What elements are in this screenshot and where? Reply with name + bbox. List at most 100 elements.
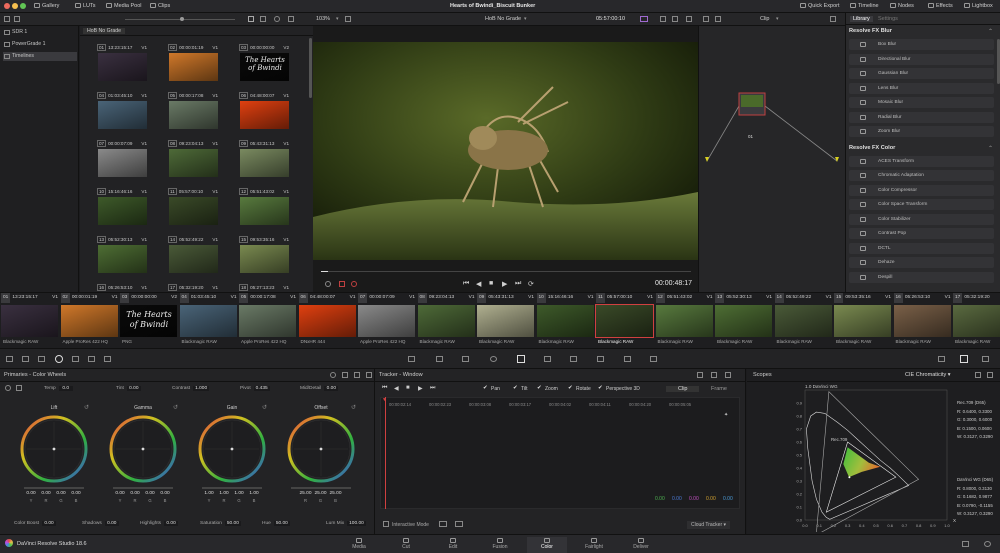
param-mid-detail[interactable]: Mid/Detail 0.00 — [300, 386, 339, 391]
media-thumbnail[interactable]: 15 09:53:35:16 V1 — [239, 236, 290, 280]
gallery-button[interactable]: Gallery — [34, 3, 59, 9]
param-highlights[interactable]: Highlights 0.00 — [140, 521, 179, 526]
reset-wheel-icon[interactable]: ↺ — [84, 404, 89, 411]
sort-icon[interactable] — [288, 16, 294, 22]
param-value[interactable]: 50.00 — [224, 521, 241, 526]
wheel-value[interactable]: 0.00 — [69, 491, 83, 496]
wheel-value[interactable]: 25.00 — [314, 491, 328, 496]
media-thumbnail[interactable]: 08 09:23:04:13 V1 — [168, 140, 219, 184]
cloud-tracker-dropdown[interactable]: Cloud Tracker ▾ — [687, 521, 731, 529]
reset-icon[interactable] — [366, 372, 372, 378]
param-value[interactable]: 0.00 — [164, 521, 179, 526]
wheel-value[interactable]: 0.00 — [24, 491, 38, 496]
wheel-value[interactable]: 25.00 — [299, 491, 313, 496]
scrubber-track[interactable] — [321, 271, 691, 272]
track-forward-end-button[interactable]: ⏭ — [430, 385, 435, 392]
zoom-level[interactable]: 103% — [316, 16, 330, 22]
interactive-mode-checkbox[interactable] — [383, 521, 389, 527]
track-pan-checkbox[interactable]: ✔ — [483, 385, 488, 391]
track-forward-button[interactable]: ▶ — [418, 385, 423, 392]
3d-icon[interactable] — [650, 356, 657, 362]
media-pool-button[interactable]: Media Pool — [106, 3, 142, 9]
scope-type-dropdown[interactable]: CIE Chromaticity ▾ — [905, 372, 951, 378]
skip-forward-button[interactable]: ⏭ — [515, 280, 521, 288]
skip-back-button[interactable]: ⏮ — [463, 280, 469, 288]
viewer-frame[interactable] — [313, 42, 698, 260]
chevron-down-icon[interactable]: ▾ — [776, 16, 779, 22]
timeline-clip[interactable]: 05 00:00:17:08 V1 Apple ProRes 422 HQ — [238, 293, 298, 349]
timeline-clip[interactable]: 13 05:52:30:13 V1 Blackmagic RAW — [714, 293, 774, 349]
tree-item-powergrade[interactable]: PowerGrade 1 — [3, 40, 77, 49]
param-color-boost[interactable]: Color Boost 0.00 — [14, 521, 57, 526]
tab-frame[interactable]: Frame — [707, 386, 731, 392]
timeline-clip[interactable]: 14 05:52:49:22 V1 Blackmagic RAW — [774, 293, 834, 349]
quick-export-button[interactable]: Quick Export — [800, 3, 839, 9]
timeline-clip[interactable]: 1705:32:19:20V1 Blackmagic RAW — [952, 293, 1000, 349]
zoom-dropdown-icon[interactable]: ▾ — [336, 16, 339, 22]
param-value[interactable]: 0.00 — [126, 386, 141, 391]
media-thumbnail[interactable]: 12 05:51:43:02 V1 — [239, 188, 290, 232]
effect-item[interactable]: Mosaic Blur — [849, 97, 994, 108]
track-tilt-checkbox[interactable]: ✔ — [513, 385, 518, 391]
tracker-options-icon[interactable] — [725, 372, 731, 378]
param-temp[interactable]: Temp 0.0 — [44, 386, 73, 391]
media-thumbnail[interactable]: 06 04:48:00:07 V1 — [239, 92, 290, 136]
scopes-icon[interactable] — [960, 355, 968, 363]
media-thumbnail[interactable]: 07 00:00:07:09 V1 — [97, 140, 148, 184]
node-options-icon[interactable] — [830, 16, 836, 22]
reset-wheel-icon[interactable]: ↺ — [351, 404, 356, 411]
wheel-value[interactable]: 1.00 — [202, 491, 216, 496]
wheel-value[interactable]: 25.00 — [329, 491, 343, 496]
timeline-clip[interactable]: 07 00:00:07:09 V1 Apple ProRes 422 HQ — [357, 293, 417, 349]
page-cut[interactable]: Cut — [386, 537, 426, 553]
picker-icon[interactable] — [16, 385, 22, 391]
color-wheel[interactable] — [286, 414, 356, 484]
node-editor[interactable]: 01 — [698, 26, 845, 292]
effect-item[interactable]: Box Blur — [849, 39, 994, 50]
info-icon[interactable] — [982, 356, 989, 362]
color-wheels-icon[interactable] — [55, 355, 63, 363]
media-thumbnail[interactable]: 10 15:16:46:16 V1 — [97, 188, 148, 232]
media-thumbnail[interactable]: 13 05:52:30:13 V1 — [97, 236, 148, 280]
param-value[interactable]: 0.0 — [58, 386, 73, 391]
effect-item[interactable]: Contrast Pop — [849, 228, 994, 239]
wheel-value[interactable]: 0.00 — [143, 491, 157, 496]
media-thumbnail[interactable]: 09 05:43:31:13 V1 — [239, 140, 290, 184]
lightbox-button[interactable]: Lightbox — [964, 3, 993, 9]
set-point-icon[interactable] — [455, 521, 463, 527]
timeline-button[interactable]: Timeline — [850, 3, 879, 9]
param-saturation[interactable]: Saturation 50.00 — [200, 521, 241, 526]
magic-mask-icon[interactable] — [544, 356, 551, 362]
effect-item[interactable]: Chromatic Adaptation — [849, 170, 994, 181]
param-value[interactable]: 1.000 — [193, 386, 210, 391]
media-thumbnail[interactable]: 05 00:00:17:08 V1 — [168, 92, 219, 136]
param-lum-mix[interactable]: Lum Mix 100.00 — [326, 521, 366, 526]
param-value[interactable]: 100.00 — [347, 521, 366, 526]
media-thumbnail[interactable]: 02 00:00:01:19 V1 — [168, 44, 219, 88]
effect-item[interactable]: DCTL — [849, 242, 994, 254]
master-wheel-slider[interactable] — [202, 487, 262, 489]
param-pivot[interactable]: Pivot 0.435 — [240, 386, 270, 391]
qualifier-icon[interactable] — [462, 356, 469, 362]
scope-settings-icon[interactable] — [975, 372, 981, 378]
chevron-down-icon[interactable]: ▾ — [524, 16, 527, 22]
clips-button[interactable]: Clips — [150, 3, 170, 9]
chevron-up-icon[interactable]: ⌃ — [988, 28, 993, 35]
effect-item[interactable]: Despill — [849, 271, 994, 283]
thumbnail-view-icon[interactable] — [248, 16, 254, 22]
insert-icon[interactable] — [439, 521, 447, 527]
motion-effects-icon[interactable] — [88, 356, 95, 362]
grade-selector[interactable]: HoB No Grade — [485, 16, 521, 22]
wheel-value[interactable]: 1.00 — [232, 491, 246, 496]
param-tint[interactable]: Tint 0.00 — [116, 386, 141, 391]
effects-section-title[interactable]: Resolve FX Color — [849, 145, 895, 151]
effect-item[interactable]: Gaussian Blur — [849, 68, 994, 79]
wheel-value[interactable]: 0.00 — [39, 491, 53, 496]
tracker-mode-icon[interactable] — [697, 372, 703, 378]
timeline-clip[interactable]: 08 09:23:04:13 V1 Blackmagic RAW — [417, 293, 477, 349]
fullscreen-icon[interactable] — [686, 16, 692, 22]
effect-item[interactable]: Color Space Transform — [849, 199, 994, 210]
color-match-icon[interactable] — [22, 356, 29, 362]
primaries-mode-icon[interactable] — [330, 372, 336, 378]
tracker-graph[interactable] — [380, 397, 740, 509]
